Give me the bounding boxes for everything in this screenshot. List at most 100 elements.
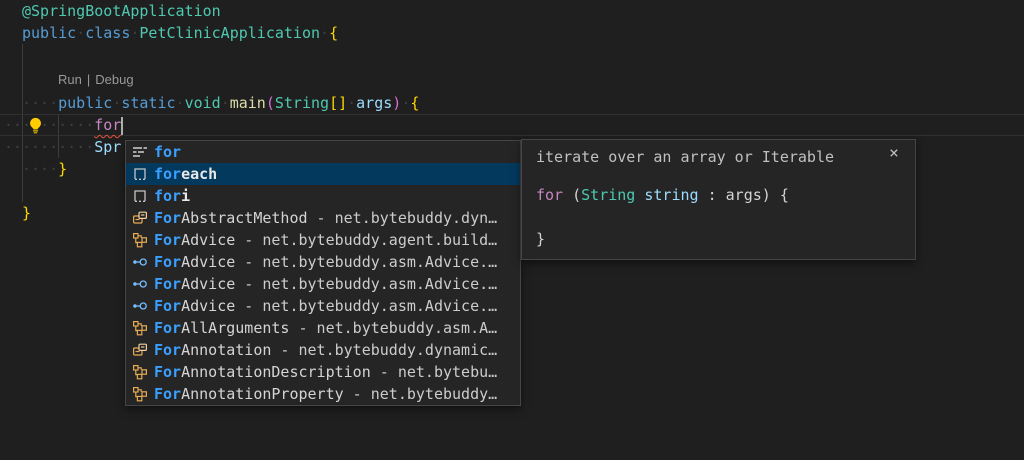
- codelens-debug-link[interactable]: Debug: [95, 72, 133, 87]
- code-token: string: [644, 186, 698, 204]
- suggest-docs-panel: iterate over an array or Iterable × for …: [521, 139, 916, 260]
- suggestion-label: ForAnnotationProperty - net.bytebuddy…: [154, 385, 497, 403]
- symbol-struct-icon: [132, 386, 148, 402]
- suggestion-detail: - net.bytebuddy.asm.Advice.…: [235, 253, 497, 271]
- label-rest: Advice: [181, 275, 235, 293]
- code-token: ·: [76, 24, 85, 42]
- suggestion-detail: - net.bytebuddy.dynamic…: [271, 341, 497, 359]
- code-token: (: [266, 94, 275, 112]
- code-token: public: [58, 94, 112, 112]
- matched-prefix: For: [154, 231, 181, 249]
- code-token: static: [121, 94, 175, 112]
- code-token: :: [699, 186, 726, 204]
- matched-prefix: For: [154, 319, 181, 337]
- suggestion-item[interactable]: ForAnnotationDescription - net.bytebu…: [126, 361, 520, 383]
- symbol-struct-icon: [132, 232, 148, 248]
- code-editor[interactable]: @SpringBootApplicationpublic·class·PetCl…: [0, 0, 1024, 460]
- symbol-interface-icon: [132, 254, 148, 270]
- suggestion-item[interactable]: ForAnnotationProperty - net.bytebuddy…: [126, 383, 520, 405]
- label-rest: Advice: [181, 297, 235, 315]
- matched-prefix: for: [154, 143, 181, 161]
- code-line[interactable]: }: [22, 202, 31, 224]
- code-token: @SpringBootApplication: [22, 2, 221, 20]
- code-token: String: [581, 186, 635, 204]
- label-rest: AnnotationDescription: [181, 363, 371, 381]
- symbol-struct-icon: [132, 364, 148, 380]
- codelens: Run|Debug: [58, 71, 134, 89]
- suggestion-item[interactable]: ForAbstractMethod - net.bytebuddy.dyn…: [126, 207, 520, 229]
- code-token: class: [85, 24, 130, 42]
- whitespace-dots: ··: [4, 114, 22, 136]
- symbol-interface-icon: [132, 276, 148, 292]
- label-rest: i: [181, 187, 190, 205]
- lightbulb-icon[interactable]: [27, 117, 44, 134]
- code-line[interactable]: ····public·static·void·main(String[]·arg…: [22, 92, 419, 114]
- codelens-run-link[interactable]: Run: [58, 72, 82, 87]
- suggestion-item[interactable]: ForAdvice - net.bytebuddy.agent.build…: [126, 229, 520, 251]
- code-token: Spr: [94, 138, 121, 156]
- suggestion-item[interactable]: ForAdvice - net.bytebuddy.asm.Advice.…: [126, 295, 520, 317]
- matched-prefix: for: [154, 187, 181, 205]
- whitespace-dots: ··: [4, 136, 22, 158]
- symbol-keyword-icon: [132, 144, 148, 160]
- suggestion-item[interactable]: fori: [126, 185, 520, 207]
- code-line[interactable]: ··········Spr: [22, 136, 121, 158]
- label-rest: Advice: [181, 231, 235, 249]
- code-token: (: [563, 186, 581, 204]
- code-token: ·: [176, 94, 185, 112]
- current-line-highlight: [0, 114, 1024, 136]
- docs-code-line: }: [536, 228, 545, 250]
- suggestion-label: fori: [154, 187, 190, 205]
- code-token: {: [329, 24, 338, 42]
- label-rest: Annotation: [181, 341, 271, 359]
- suggest-widget: forforeachforiForAbstractMethod - net.by…: [125, 140, 521, 406]
- symbol-struct-icon: [132, 320, 148, 336]
- code-token: ·: [112, 94, 121, 112]
- suggestion-label: ForAdvice - net.bytebuddy.asm.Advice.…: [154, 297, 497, 315]
- matched-prefix: For: [154, 363, 181, 381]
- code-token: String: [275, 94, 329, 112]
- code-token: ········: [22, 138, 94, 156]
- code-token: ·: [401, 94, 410, 112]
- suggestion-label: ForAdvice - net.bytebuddy.asm.Advice.…: [154, 275, 497, 293]
- symbol-snippet-icon: [132, 188, 148, 204]
- symbol-class-icon: [132, 342, 148, 358]
- suggestion-label: ForAbstractMethod - net.bytebuddy.dyn…: [154, 209, 497, 227]
- label-rest: AllArguments: [181, 319, 289, 337]
- symbol-snippet-icon: [132, 166, 148, 182]
- suggestion-detail: - net.bytebuddy.agent.build…: [235, 231, 497, 249]
- code-line[interactable]: public·class·PetClinicApplication·{: [22, 22, 338, 44]
- docs-summary: iterate over an array or Iterable: [536, 146, 834, 168]
- code-token: PetClinicApplication: [139, 24, 320, 42]
- code-token: ·: [347, 94, 356, 112]
- code-token: args: [726, 186, 762, 204]
- code-token: ····: [22, 94, 58, 112]
- symbol-interface-icon: [132, 298, 148, 314]
- suggestion-item[interactable]: ForAdvice - net.bytebuddy.asm.Advice.…: [126, 251, 520, 273]
- label-rest: AnnotationProperty: [181, 385, 344, 403]
- suggestion-detail: - net.bytebuddy.asm.A…: [289, 319, 497, 337]
- code-token: ····: [22, 160, 58, 178]
- symbol-class-icon: [132, 210, 148, 226]
- suggestion-detail: - net.bytebuddy.asm.Advice.…: [235, 275, 497, 293]
- code-token: ·: [221, 94, 230, 112]
- suggestion-detail: - net.bytebuddy.dyn…: [308, 209, 498, 227]
- matched-prefix: for: [154, 165, 181, 183]
- code-token: []: [329, 94, 347, 112]
- code-line[interactable]: ····}: [22, 158, 67, 180]
- code-token: }: [58, 160, 67, 178]
- code-line[interactable]: @SpringBootApplication: [22, 0, 221, 22]
- code-token: void: [185, 94, 221, 112]
- suggestion-label: ForAdvice - net.bytebuddy.agent.build…: [154, 231, 497, 249]
- close-icon[interactable]: ×: [885, 144, 903, 162]
- code-token: ) {: [762, 186, 789, 204]
- suggestion-item[interactable]: foreach: [126, 163, 520, 185]
- matched-prefix: For: [154, 253, 181, 271]
- suggestion-item[interactable]: ForAnnotation - net.bytebuddy.dynamic…: [126, 339, 520, 361]
- suggestion-item[interactable]: for: [126, 141, 520, 163]
- suggestion-label: ForAllArguments - net.bytebuddy.asm.A…: [154, 319, 497, 337]
- code-token: ): [392, 94, 401, 112]
- matched-prefix: For: [154, 341, 181, 359]
- suggestion-item[interactable]: ForAllArguments - net.bytebuddy.asm.A…: [126, 317, 520, 339]
- suggestion-item[interactable]: ForAdvice - net.bytebuddy.asm.Advice.…: [126, 273, 520, 295]
